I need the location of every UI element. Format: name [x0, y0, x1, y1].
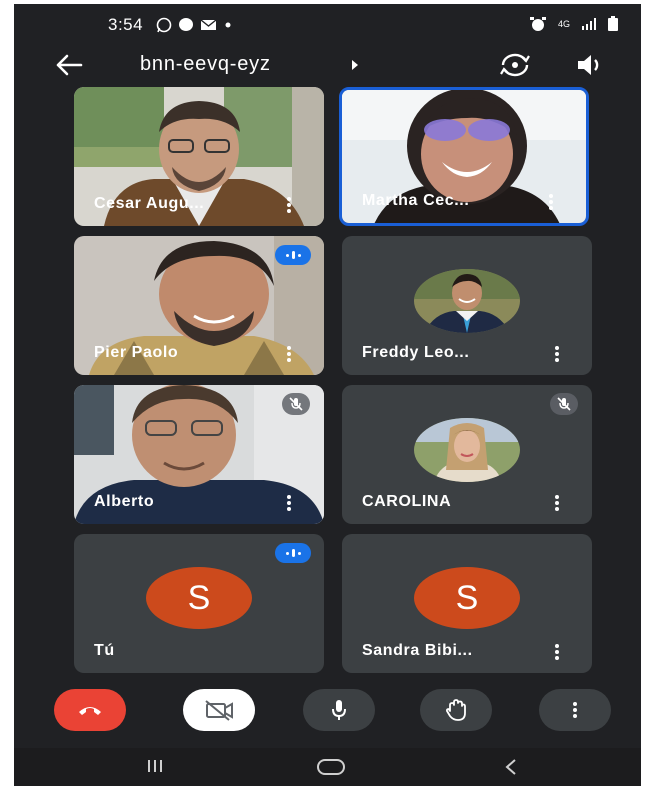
- participant-tile-cesar[interactable]: Cesar Augu...: [74, 87, 324, 226]
- participant-tile-martha[interactable]: Martha Cec...: [339, 87, 589, 226]
- mic-off-icon: [282, 393, 310, 415]
- end-call-icon: [79, 707, 101, 715]
- back-arrow-icon[interactable]: [54, 52, 84, 78]
- mic-off-icon: [550, 393, 578, 415]
- camera-toggle-button[interactable]: [183, 689, 255, 731]
- participant-name: Pier Paolo: [94, 344, 179, 361]
- status-time: 3:54: [108, 15, 144, 34]
- more-vert-icon[interactable]: [550, 494, 564, 512]
- dot-icon: [225, 22, 231, 28]
- participant-name: Cesar Augu...: [94, 195, 205, 212]
- phone-screen: 3:54 4G bnn-eevq-eyz Cesar Augu... Marth…: [14, 4, 641, 786]
- participant-avatar: [414, 269, 520, 333]
- more-vert-icon[interactable]: [544, 193, 558, 211]
- participant-tile-freddy[interactable]: Freddy Leo...: [342, 236, 592, 375]
- android-nav-bar: [14, 748, 641, 786]
- battery-icon: [608, 16, 618, 31]
- recents-icon[interactable]: [146, 758, 164, 774]
- participant-avatar: [414, 418, 520, 482]
- call-controls: [14, 686, 641, 736]
- participant-name: Freddy Leo...: [362, 344, 470, 361]
- more-vert-icon[interactable]: [550, 345, 564, 363]
- messenger-icon: [179, 18, 193, 31]
- more-vert-icon[interactable]: [282, 345, 296, 363]
- alarm-icon: [530, 17, 546, 31]
- meeting-header: bnn-eevq-eyz: [14, 44, 641, 86]
- participant-name: Sandra Bibi...: [362, 642, 473, 659]
- participant-name: CAROLINA: [362, 493, 452, 510]
- notification-icons: [156, 17, 233, 33]
- signal-icon: [582, 18, 596, 30]
- microphone-button[interactable]: [303, 689, 375, 731]
- participant-tile-alberto[interactable]: Alberto: [74, 385, 324, 524]
- more-vert-icon[interactable]: [282, 494, 296, 512]
- participant-tile-sandra[interactable]: S Sandra Bibi...: [342, 534, 592, 673]
- participant-tile-self[interactable]: S Tú: [74, 534, 324, 673]
- switch-camera-icon[interactable]: [498, 50, 532, 80]
- home-icon[interactable]: [316, 758, 346, 776]
- end-call-button[interactable]: [54, 689, 126, 731]
- mail-icon: [200, 19, 217, 30]
- more-vert-icon[interactable]: [282, 196, 296, 214]
- participant-tile-pier-paolo[interactable]: Pier Paolo: [74, 236, 324, 375]
- speaking-indicator-icon: [275, 245, 311, 265]
- meeting-code[interactable]: bnn-eevq-eyz: [140, 53, 271, 76]
- participant-name: Tú: [94, 642, 115, 659]
- status-bar: 3:54 4G: [14, 4, 641, 44]
- speaking-indicator-icon: [275, 543, 311, 563]
- system-icons: 4G: [529, 16, 619, 32]
- participant-avatar: S: [414, 567, 520, 629]
- participant-avatar: S: [146, 567, 252, 629]
- microphone-icon: [332, 700, 346, 720]
- more-options-button[interactable]: [539, 689, 611, 731]
- camera-off-icon: [205, 700, 233, 721]
- participant-tile-carolina[interactable]: CAROLINA: [342, 385, 592, 524]
- more-vert-icon: [573, 702, 577, 718]
- raise-hand-icon: [446, 699, 466, 721]
- network-4g-icon: 4G: [557, 18, 570, 29]
- back-icon[interactable]: [504, 758, 518, 776]
- participant-name: Martha Cec...: [362, 192, 470, 209]
- whatsapp-icon: [156, 17, 172, 33]
- speaker-icon[interactable]: [574, 51, 608, 79]
- participant-name: Alberto: [94, 493, 155, 510]
- more-vert-icon[interactable]: [550, 643, 564, 661]
- raise-hand-button[interactable]: [420, 689, 492, 731]
- caret-right-icon[interactable]: [350, 59, 360, 71]
